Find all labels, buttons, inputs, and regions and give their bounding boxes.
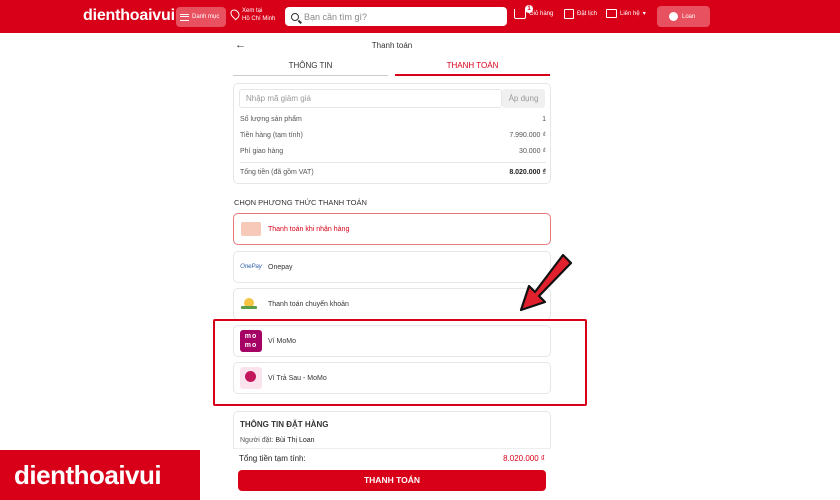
contact-icon xyxy=(606,9,617,18)
summary-row: Tiền hàng (tạm tính) 7.990.000 ₫ xyxy=(240,132,546,139)
summary-value: 7.990.000 ₫ xyxy=(509,132,546,139)
payment-option-cod[interactable]: Thanh toán khi nhận hàng xyxy=(233,213,551,245)
contact-button[interactable]: Liên hệ ▾ xyxy=(606,9,646,18)
user-account-button[interactable]: Loan xyxy=(657,6,710,27)
payment-option-label: Thanh toán chuyển khoản xyxy=(268,300,349,308)
apply-coupon-button[interactable]: Áp dụng xyxy=(502,89,545,108)
category-menu-button[interactable]: Danh mục xyxy=(176,7,226,27)
summary-row: Phí giao hàng 30.000 ₫ xyxy=(240,148,546,155)
tab-payment[interactable]: THANH TOÁN xyxy=(395,58,550,76)
summary-value: 1 xyxy=(542,116,546,123)
checkout-tabs: THÔNG TIN THANH TOÁN xyxy=(233,58,551,76)
contact-label: Liên hệ xyxy=(620,10,640,17)
cart-button[interactable]: Giỏ hàng xyxy=(514,9,553,19)
cart-icon xyxy=(514,9,526,19)
summary-total-row: Tổng tiền (đã gồm VAT) 8.020.000 ₫ xyxy=(240,169,546,176)
cod-icon xyxy=(240,218,262,240)
booking-label: Đặt lịch xyxy=(577,11,598,17)
checkout-header: ← Thanh toán xyxy=(233,38,551,56)
cart-count-badge: 1 xyxy=(525,5,533,13)
chevron-down-icon: ▾ xyxy=(642,11,646,17)
footer-total-value: 8.020.000 ₫ xyxy=(503,454,545,463)
coupon-input[interactable]: Nhập mã giảm giá xyxy=(239,89,502,108)
page-title: Thanh toán xyxy=(371,41,413,50)
summary-value: 30.000 ₫ xyxy=(519,148,546,155)
footer-total-label: Tổng tiền tạm tính: xyxy=(239,454,306,463)
order-info-card: THÔNG TIN ĐẶT HÀNG Người đặt: Bùi Thị Lo… xyxy=(233,411,551,451)
summary-label: Số lượng sản phẩm xyxy=(240,116,302,123)
location-pin-icon xyxy=(228,7,242,21)
user-name: Loan xyxy=(682,13,696,20)
summary-divider xyxy=(240,162,546,163)
total-label: Tổng tiền (đã gồm VAT) xyxy=(240,169,314,176)
summary-label: Phí giao hàng xyxy=(240,148,284,155)
buyer-name: Bùi Thị Loan xyxy=(275,437,315,444)
summary-row: Số lượng sản phẩm 1 xyxy=(240,116,546,123)
search-icon xyxy=(291,12,299,21)
checkout-footer: Tổng tiền tạm tính: 8.020.000 ₫ THANH TO… xyxy=(233,448,551,500)
payment-option-label: Thanh toán khi nhận hàng xyxy=(268,225,350,233)
buyer-label: Người đặt: xyxy=(240,437,274,444)
annotation-arrow-icon xyxy=(519,253,573,312)
buyer-row: Người đặt: Bùi Thị Loan xyxy=(240,437,315,444)
category-menu-label: Danh mục xyxy=(192,14,220,20)
tab-info[interactable]: THÔNG TIN xyxy=(233,58,388,76)
cart-label: Giỏ hàng xyxy=(529,11,554,17)
order-info-heading: THÔNG TIN ĐẶT HÀNG xyxy=(240,420,329,429)
brand-watermark: dienthoaivui xyxy=(0,450,200,500)
bank-transfer-icon xyxy=(240,293,262,315)
location-selector[interactable]: Xem tại Hồ Chí Minh xyxy=(228,7,276,23)
site-logo[interactable]: dienthoaivui xyxy=(83,7,175,25)
avatar xyxy=(669,12,678,21)
onepay-icon: OnePay xyxy=(240,264,262,270)
summary-label: Tiền hàng (tạm tính) xyxy=(240,132,303,139)
search-input[interactable]: Bạn cần tìm gì? xyxy=(304,12,367,22)
annotation-highlight-box xyxy=(213,319,587,406)
total-value: 8.020.000 ₫ xyxy=(509,169,546,176)
location-prefix: Xem tại xyxy=(242,8,263,14)
payment-option-bank-transfer[interactable]: Thanh toán chuyển khoản xyxy=(233,288,551,320)
location-city: Hồ Chí Minh xyxy=(242,16,276,22)
payment-option-label: Onepay xyxy=(268,263,293,271)
payment-method-heading: CHỌN PHƯƠNG THỨC THANH TOÁN xyxy=(234,198,367,207)
order-summary-card: Nhập mã giảm giá Áp dụng Số lượng sản ph… xyxy=(233,83,551,184)
pay-button[interactable]: THANH TOÁN xyxy=(238,470,546,491)
search-box[interactable]: Bạn cần tìm gì? xyxy=(285,7,507,26)
payment-option-onepay[interactable]: OnePay Onepay xyxy=(233,251,551,283)
booking-button[interactable]: Đặt lịch xyxy=(564,9,597,19)
hamburger-icon xyxy=(180,13,189,21)
calendar-icon xyxy=(564,9,574,19)
